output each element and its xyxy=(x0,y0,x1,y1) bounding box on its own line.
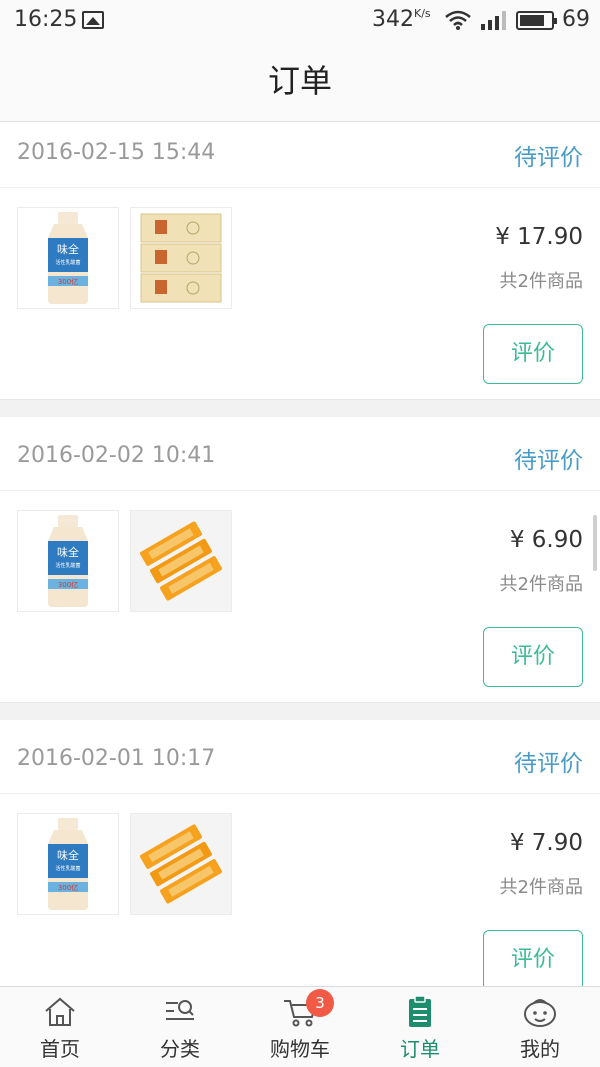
tab-label: 我的 xyxy=(520,1037,560,1061)
yogurt-badge-text: 300亿 xyxy=(58,277,78,286)
status-time: 16:25 xyxy=(14,7,78,32)
tab-label: 购物车 xyxy=(270,1037,330,1061)
tab-label: 分类 xyxy=(160,1037,200,1061)
profile-face-icon xyxy=(524,999,556,1027)
yogurt-brand-text: 味全 xyxy=(57,848,79,862)
review-button[interactable]: 评价 xyxy=(483,324,583,384)
order-price: ¥ 7.90 xyxy=(509,830,583,856)
cart-count-badge: 3 xyxy=(306,989,334,1017)
yogurt-brand-text: 味全 xyxy=(57,242,79,256)
order-item-count: 共2件商品 xyxy=(499,271,583,292)
yogurt-badge-text: 300亿 xyxy=(58,883,78,892)
order-header: 2016-02-01 10:17 待评价 xyxy=(0,728,600,794)
order-price: ¥ 17.90 xyxy=(495,224,583,250)
product-thumb-yogurt[interactable]: 味全 活性乳酸菌 300亿 xyxy=(17,510,119,612)
order-status: 待评价 xyxy=(514,751,583,777)
yogurt-brand-text: 味全 xyxy=(57,545,79,559)
signal-icon xyxy=(481,11,506,30)
order-price: ¥ 6.90 xyxy=(509,527,583,553)
order-date: 2016-02-15 15:44 xyxy=(17,140,216,165)
network-speed-unit: K/s xyxy=(414,7,431,20)
order-clipboard-icon xyxy=(409,995,431,1027)
category-search-icon xyxy=(166,1000,194,1020)
product-thumb-orange-snack[interactable] xyxy=(130,813,232,915)
scrollbar[interactable] xyxy=(593,515,597,571)
tab-mine[interactable]: 我的 xyxy=(480,987,600,1067)
product-thumb-yogurt[interactable]: 味全 活性乳酸菌 300亿 xyxy=(17,207,119,309)
wifi-icon xyxy=(445,10,471,30)
order-date: 2016-02-02 10:41 xyxy=(17,443,216,468)
review-button[interactable]: 评价 xyxy=(483,930,583,986)
status-bar: 16:25 342 K/s 69 xyxy=(0,0,600,40)
tab-orders[interactable]: 订单 xyxy=(360,987,480,1067)
yogurt-badge-text: 300亿 xyxy=(58,580,78,589)
battery-icon xyxy=(516,11,557,30)
order-header: 2016-02-02 10:41 待评价 xyxy=(0,425,600,491)
page-title: 订单 xyxy=(267,62,332,100)
order-card[interactable]: 2016-02-02 10:41 待评价 味全 活性乳酸菌 300亿 ¥ 6.9… xyxy=(0,417,600,703)
tab-label: 首页 xyxy=(40,1037,80,1061)
yogurt-sub-text: 活性乳酸菌 xyxy=(55,562,80,569)
title-bar: 订单 xyxy=(0,40,600,122)
order-date: 2016-02-01 10:17 xyxy=(17,746,216,771)
tab-label: 订单 xyxy=(400,1037,440,1061)
product-thumb-tissue[interactable] xyxy=(130,207,232,309)
order-status: 待评价 xyxy=(514,448,583,474)
yogurt-sub-text: 活性乳酸菌 xyxy=(55,259,80,266)
order-card[interactable]: 2016-02-01 10:17 待评价 味全 活性乳酸菌 300亿 ¥ 7.9… xyxy=(0,720,600,986)
order-header: 2016-02-15 15:44 待评价 xyxy=(0,122,600,188)
tab-category[interactable]: 分类 xyxy=(120,987,240,1067)
product-thumb-yogurt[interactable]: 味全 活性乳酸菌 300亿 xyxy=(17,813,119,915)
yogurt-sub-text: 活性乳酸菌 xyxy=(55,865,80,872)
home-icon xyxy=(45,997,75,1026)
order-list[interactable]: 2016-02-15 15:44 待评价 味全 活性乳酸菌 300亿 ¥ 17.… xyxy=(0,122,600,986)
tab-cart[interactable]: 购物车 xyxy=(240,987,360,1067)
image-notification-icon xyxy=(82,11,104,29)
order-item-count: 共2件商品 xyxy=(499,877,583,898)
tab-home[interactable]: 首页 xyxy=(0,987,120,1067)
product-thumb-orange-snack[interactable] xyxy=(130,510,232,612)
order-item-count: 共2件商品 xyxy=(499,574,583,595)
network-speed: 342 xyxy=(372,7,414,32)
order-status: 待评价 xyxy=(514,145,583,171)
review-button[interactable]: 评价 xyxy=(483,627,583,687)
bottom-tab-bar: 首页 分类 购物车 订单 我的 3 xyxy=(0,986,600,1067)
battery-percent: 69 xyxy=(562,7,590,32)
order-card[interactable]: 2016-02-15 15:44 待评价 味全 活性乳酸菌 300亿 ¥ 17.… xyxy=(0,122,600,400)
